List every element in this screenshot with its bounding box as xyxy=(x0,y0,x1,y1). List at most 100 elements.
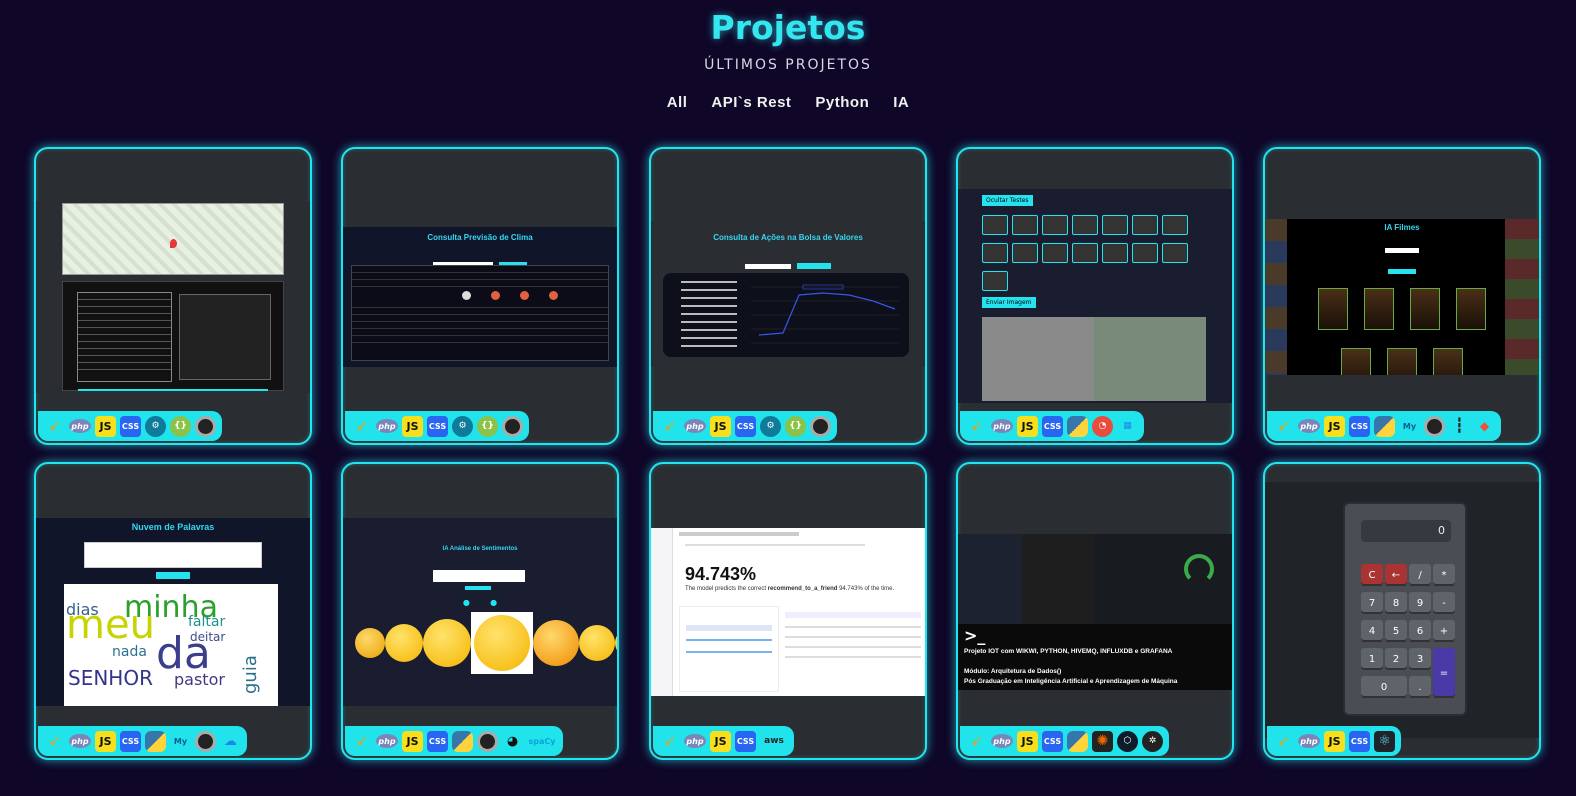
mysql-icon: My xyxy=(173,736,188,746)
php-icon: php xyxy=(69,734,91,748)
js-icon: JS xyxy=(710,415,731,437)
hide-tests-button[interactable]: Ocultar Testes xyxy=(982,195,1033,206)
css3-icon: CSS xyxy=(735,730,756,752)
thumb-title: IA Análise de Sentimentos xyxy=(442,546,518,552)
project-card-cep-map[interactable]: ➶ php JS CSS ⚙ {} xyxy=(34,147,312,445)
project-card-sentiment[interactable]: IA Análise de Sentimentos ● ● ➶ php JS C… xyxy=(341,462,619,760)
project-card-calculator[interactable]: 0 C ← / * 7 8 9- 4 5 6 +1 2 3 = 0. ➶ php JS CSS ⚛ xyxy=(1263,462,1541,760)
calc-key[interactable]: 1 xyxy=(1361,648,1383,670)
influx-icon: ⬡ xyxy=(1117,730,1138,752)
project-card-iot[interactable]: >_ Projeto IOT com WIKWI, PYTHON, HIVEMQ… xyxy=(956,462,1234,760)
bird-icon: ➶ xyxy=(48,417,61,435)
calculator: 0 C ← / * 7 8 9- 4 5 6 +1 2 3 = 0. xyxy=(1343,502,1467,716)
php-icon: php xyxy=(684,734,706,748)
iot-module: Módulo: Arquitetura de Dados() xyxy=(964,668,1062,675)
project-thumbnail: Ocultar Testes Enviar Imagem xyxy=(958,189,1232,403)
jupyter-icon: ◕ xyxy=(506,733,519,749)
swift-icon: ◆ xyxy=(1479,419,1490,433)
ring-icon xyxy=(195,730,216,752)
cloud-word: faltar xyxy=(188,614,226,630)
project-thumbnail: IA Filmes xyxy=(1265,219,1539,375)
tech-stack-bar: ➶ php JS CSS ◔ ▦ xyxy=(960,411,1144,441)
project-thumbnail: IA Análise de Sentimentos ● ● xyxy=(343,518,617,706)
mysql-icon: My xyxy=(1402,421,1417,431)
cube-icon: ▦ xyxy=(1123,421,1132,431)
tech-stack-bar: ➶ php JS CSS ✺ ⬡ ✲ xyxy=(960,726,1169,756)
iot-course: Pós Graduação em Inteligência Artificial… xyxy=(964,678,1178,685)
calc-key[interactable]: 6 xyxy=(1409,620,1431,642)
ring-icon xyxy=(502,415,523,437)
ring-icon xyxy=(810,415,831,437)
gear-icon: ⚙ xyxy=(452,415,473,437)
filter-api-rest[interactable]: API`s Rest xyxy=(711,94,791,111)
bird-icon: ➶ xyxy=(355,417,368,435)
project-card-weather[interactable]: Consulta Previsão de Clima ➶ php JS CSS … xyxy=(341,147,619,445)
gear-icon: ⚙ xyxy=(760,415,781,437)
project-card-model-accuracy[interactable]: 94.743% The model predicts the correct r… xyxy=(649,462,927,760)
calc-key[interactable]: 0 xyxy=(1361,676,1407,698)
tech-stack-bar: ➶ php JS CSS ⚙ {} xyxy=(38,411,222,441)
css3-icon: CSS xyxy=(1349,730,1370,752)
css3-icon: CSS xyxy=(120,730,141,752)
send-image-button[interactable]: Enviar Imagem xyxy=(982,297,1036,308)
graphql-icon: {} xyxy=(785,415,806,437)
project-card-word-cloud[interactable]: Nuvem de Palavras minha meu da dias falt… xyxy=(34,462,312,760)
project-card-stocks[interactable]: Consulta de Ações na Bolsa de Valores ➶ … xyxy=(649,147,927,445)
js-icon: JS xyxy=(710,730,731,752)
cloud-word: guia xyxy=(240,655,261,694)
project-thumbnail xyxy=(36,201,310,393)
bird-icon: ➶ xyxy=(1277,732,1290,750)
gear-icon: ⚙ xyxy=(145,415,166,437)
python-icon xyxy=(1067,415,1088,437)
project-card-count-objects[interactable]: Ocultar Testes Enviar Imagem ➶ php JS CS… xyxy=(956,147,1234,445)
thumb-title: IA Filmes xyxy=(1384,223,1420,232)
calc-key[interactable]: + xyxy=(1433,620,1455,642)
calc-key[interactable]: 7 xyxy=(1361,592,1383,614)
php-icon: php xyxy=(376,419,398,433)
js-icon: JS xyxy=(1324,415,1345,437)
filter-all[interactable]: All xyxy=(667,94,688,111)
calc-key[interactable]: 4 xyxy=(1361,620,1383,642)
js-icon: JS xyxy=(95,415,116,437)
cloud-word: SENHOR xyxy=(68,666,153,690)
calc-key[interactable]: 8 xyxy=(1385,592,1407,614)
filter-python[interactable]: Python xyxy=(815,94,869,111)
php-icon: php xyxy=(1298,419,1320,433)
php-icon: php xyxy=(1298,734,1320,748)
tech-stack-bar: ➶ php JS CSS ◕ spaCy xyxy=(345,726,563,756)
calc-key[interactable]: C xyxy=(1361,564,1383,586)
calc-key[interactable]: ← xyxy=(1385,564,1407,586)
react-icon: ⚛ xyxy=(1374,730,1395,752)
calc-key[interactable]: 3 xyxy=(1409,648,1431,670)
css3-icon: CSS xyxy=(120,415,141,437)
calc-key[interactable]: 5 xyxy=(1385,620,1407,642)
tech-stack-bar: ➶ php JS CSS ⚙ {} xyxy=(653,411,837,441)
stock-line-chart xyxy=(681,281,899,347)
project-card-ia-filmes[interactable]: IA Filmes ➶ php JS CSS My ┇ ◆ xyxy=(1263,147,1541,445)
calc-key[interactable]: 2 xyxy=(1385,648,1407,670)
calc-key[interactable]: = xyxy=(1433,648,1455,698)
cloud-word: dias xyxy=(66,600,99,619)
calc-key[interactable]: / xyxy=(1409,564,1431,586)
metric-desc: The model predicts the correct xyxy=(685,586,767,592)
css3-icon: CSS xyxy=(1042,730,1063,752)
bird-icon: ➶ xyxy=(970,732,983,750)
filter-ia[interactable]: IA xyxy=(893,94,909,111)
tech-stack-bar: ➶ php JS CSS aws xyxy=(653,726,794,756)
bird-icon: ➶ xyxy=(970,417,983,435)
calc-key[interactable]: 9 xyxy=(1409,592,1431,614)
iot-title: Projeto IOT com WIKWI, PYTHON, HIVEMQ, I… xyxy=(964,648,1173,655)
calc-key[interactable]: . xyxy=(1409,676,1431,698)
cloud-word: pastor xyxy=(174,670,225,689)
python-icon xyxy=(1374,415,1395,437)
spacy-icon: spaCy xyxy=(528,736,556,746)
php-icon: php xyxy=(684,419,706,433)
js-icon: JS xyxy=(402,730,423,752)
php-icon: php xyxy=(69,419,91,433)
python-icon xyxy=(145,730,166,752)
ring-icon xyxy=(1424,415,1445,437)
calc-key[interactable]: - xyxy=(1433,592,1455,614)
thumb-title: Nuvem de Palavras xyxy=(131,522,215,532)
calc-key[interactable]: * xyxy=(1433,564,1455,586)
js-icon: JS xyxy=(1017,415,1038,437)
